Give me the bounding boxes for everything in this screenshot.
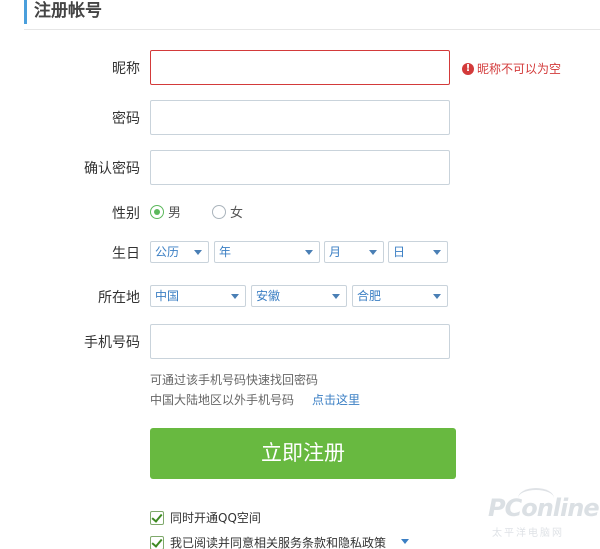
nickname-input[interactable]	[150, 50, 450, 85]
watermark-brand: PConline	[488, 494, 600, 522]
day-select[interactable]: 日	[388, 241, 448, 263]
register-button[interactable]: 立即注册	[150, 428, 456, 479]
agreement-option[interactable]: 我已阅读并同意相关服务条款和隐私政策	[150, 534, 386, 549]
chevron-down-icon	[369, 250, 377, 255]
phone-input[interactable]	[150, 324, 450, 359]
foreign-phone-link[interactable]: 点击这里	[312, 391, 360, 408]
expand-terms-icon[interactable]	[401, 539, 409, 544]
month-select[interactable]: 月	[324, 241, 384, 263]
month-select-value: 月	[329, 245, 342, 259]
gender-female-option[interactable]: 女	[212, 202, 243, 221]
chevron-down-icon	[332, 294, 340, 299]
province-select[interactable]: 安徽	[251, 285, 347, 307]
year-select-value: 年	[219, 245, 232, 259]
nickname-error-text: 昵称不可以为空	[477, 62, 562, 76]
gender-male-label: 男	[168, 206, 182, 221]
radio-unchecked-icon[interactable]	[212, 204, 226, 219]
city-select[interactable]: 合肥	[352, 285, 448, 307]
chevron-down-icon	[305, 250, 313, 255]
site-watermark: PConline 太平洋电脑网	[478, 488, 600, 548]
confirm-password-label: 确认密码	[84, 161, 140, 177]
day-select-value: 日	[393, 245, 406, 259]
location-label: 所在地	[98, 290, 140, 306]
country-select-value: 中国	[155, 289, 180, 303]
title-divider	[24, 29, 600, 30]
city-select-value: 合肥	[357, 289, 382, 303]
chevron-down-icon	[194, 250, 202, 255]
calendar-select[interactable]: 公历	[150, 241, 209, 263]
confirm-password-input[interactable]	[150, 150, 450, 185]
province-select-value: 安徽	[256, 289, 281, 303]
chevron-down-icon	[231, 294, 239, 299]
gender-label: 性别	[112, 206, 140, 222]
phone-label: 手机号码	[84, 335, 140, 351]
qzone-option-label: 同时开通QQ空间	[170, 511, 261, 525]
nickname-label: 昵称	[112, 61, 140, 77]
radio-checked-icon[interactable]	[150, 204, 164, 219]
nickname-error: ! 昵称不可以为空	[462, 60, 561, 77]
phone-hint: 可通过该手机号码快速找回密码	[150, 373, 319, 387]
checkbox-checked-icon[interactable]	[150, 510, 164, 525]
password-label: 密码	[112, 111, 140, 127]
chevron-down-icon	[433, 250, 441, 255]
gender-female-label: 女	[230, 206, 244, 221]
country-select[interactable]: 中国	[150, 285, 246, 307]
qzone-option[interactable]: 同时开通QQ空间	[150, 509, 261, 526]
watermark-sub: 太平洋电脑网	[492, 528, 564, 539]
foreign-phone-hint: 中国大陆地区以外手机号码	[150, 393, 295, 407]
gender-male-option[interactable]: 男	[150, 202, 181, 221]
birthday-label: 生日	[112, 246, 140, 262]
agreement-option-label: 我已阅读并同意相关服务条款和隐私政策	[170, 536, 387, 549]
page-title: 注册帐号	[24, 0, 102, 24]
year-select[interactable]: 年	[214, 241, 320, 263]
calendar-select-value: 公历	[155, 245, 180, 259]
checkbox-checked-icon[interactable]	[150, 535, 164, 549]
chevron-down-icon	[433, 294, 441, 299]
error-icon: !	[462, 62, 474, 75]
password-input[interactable]	[150, 100, 450, 135]
